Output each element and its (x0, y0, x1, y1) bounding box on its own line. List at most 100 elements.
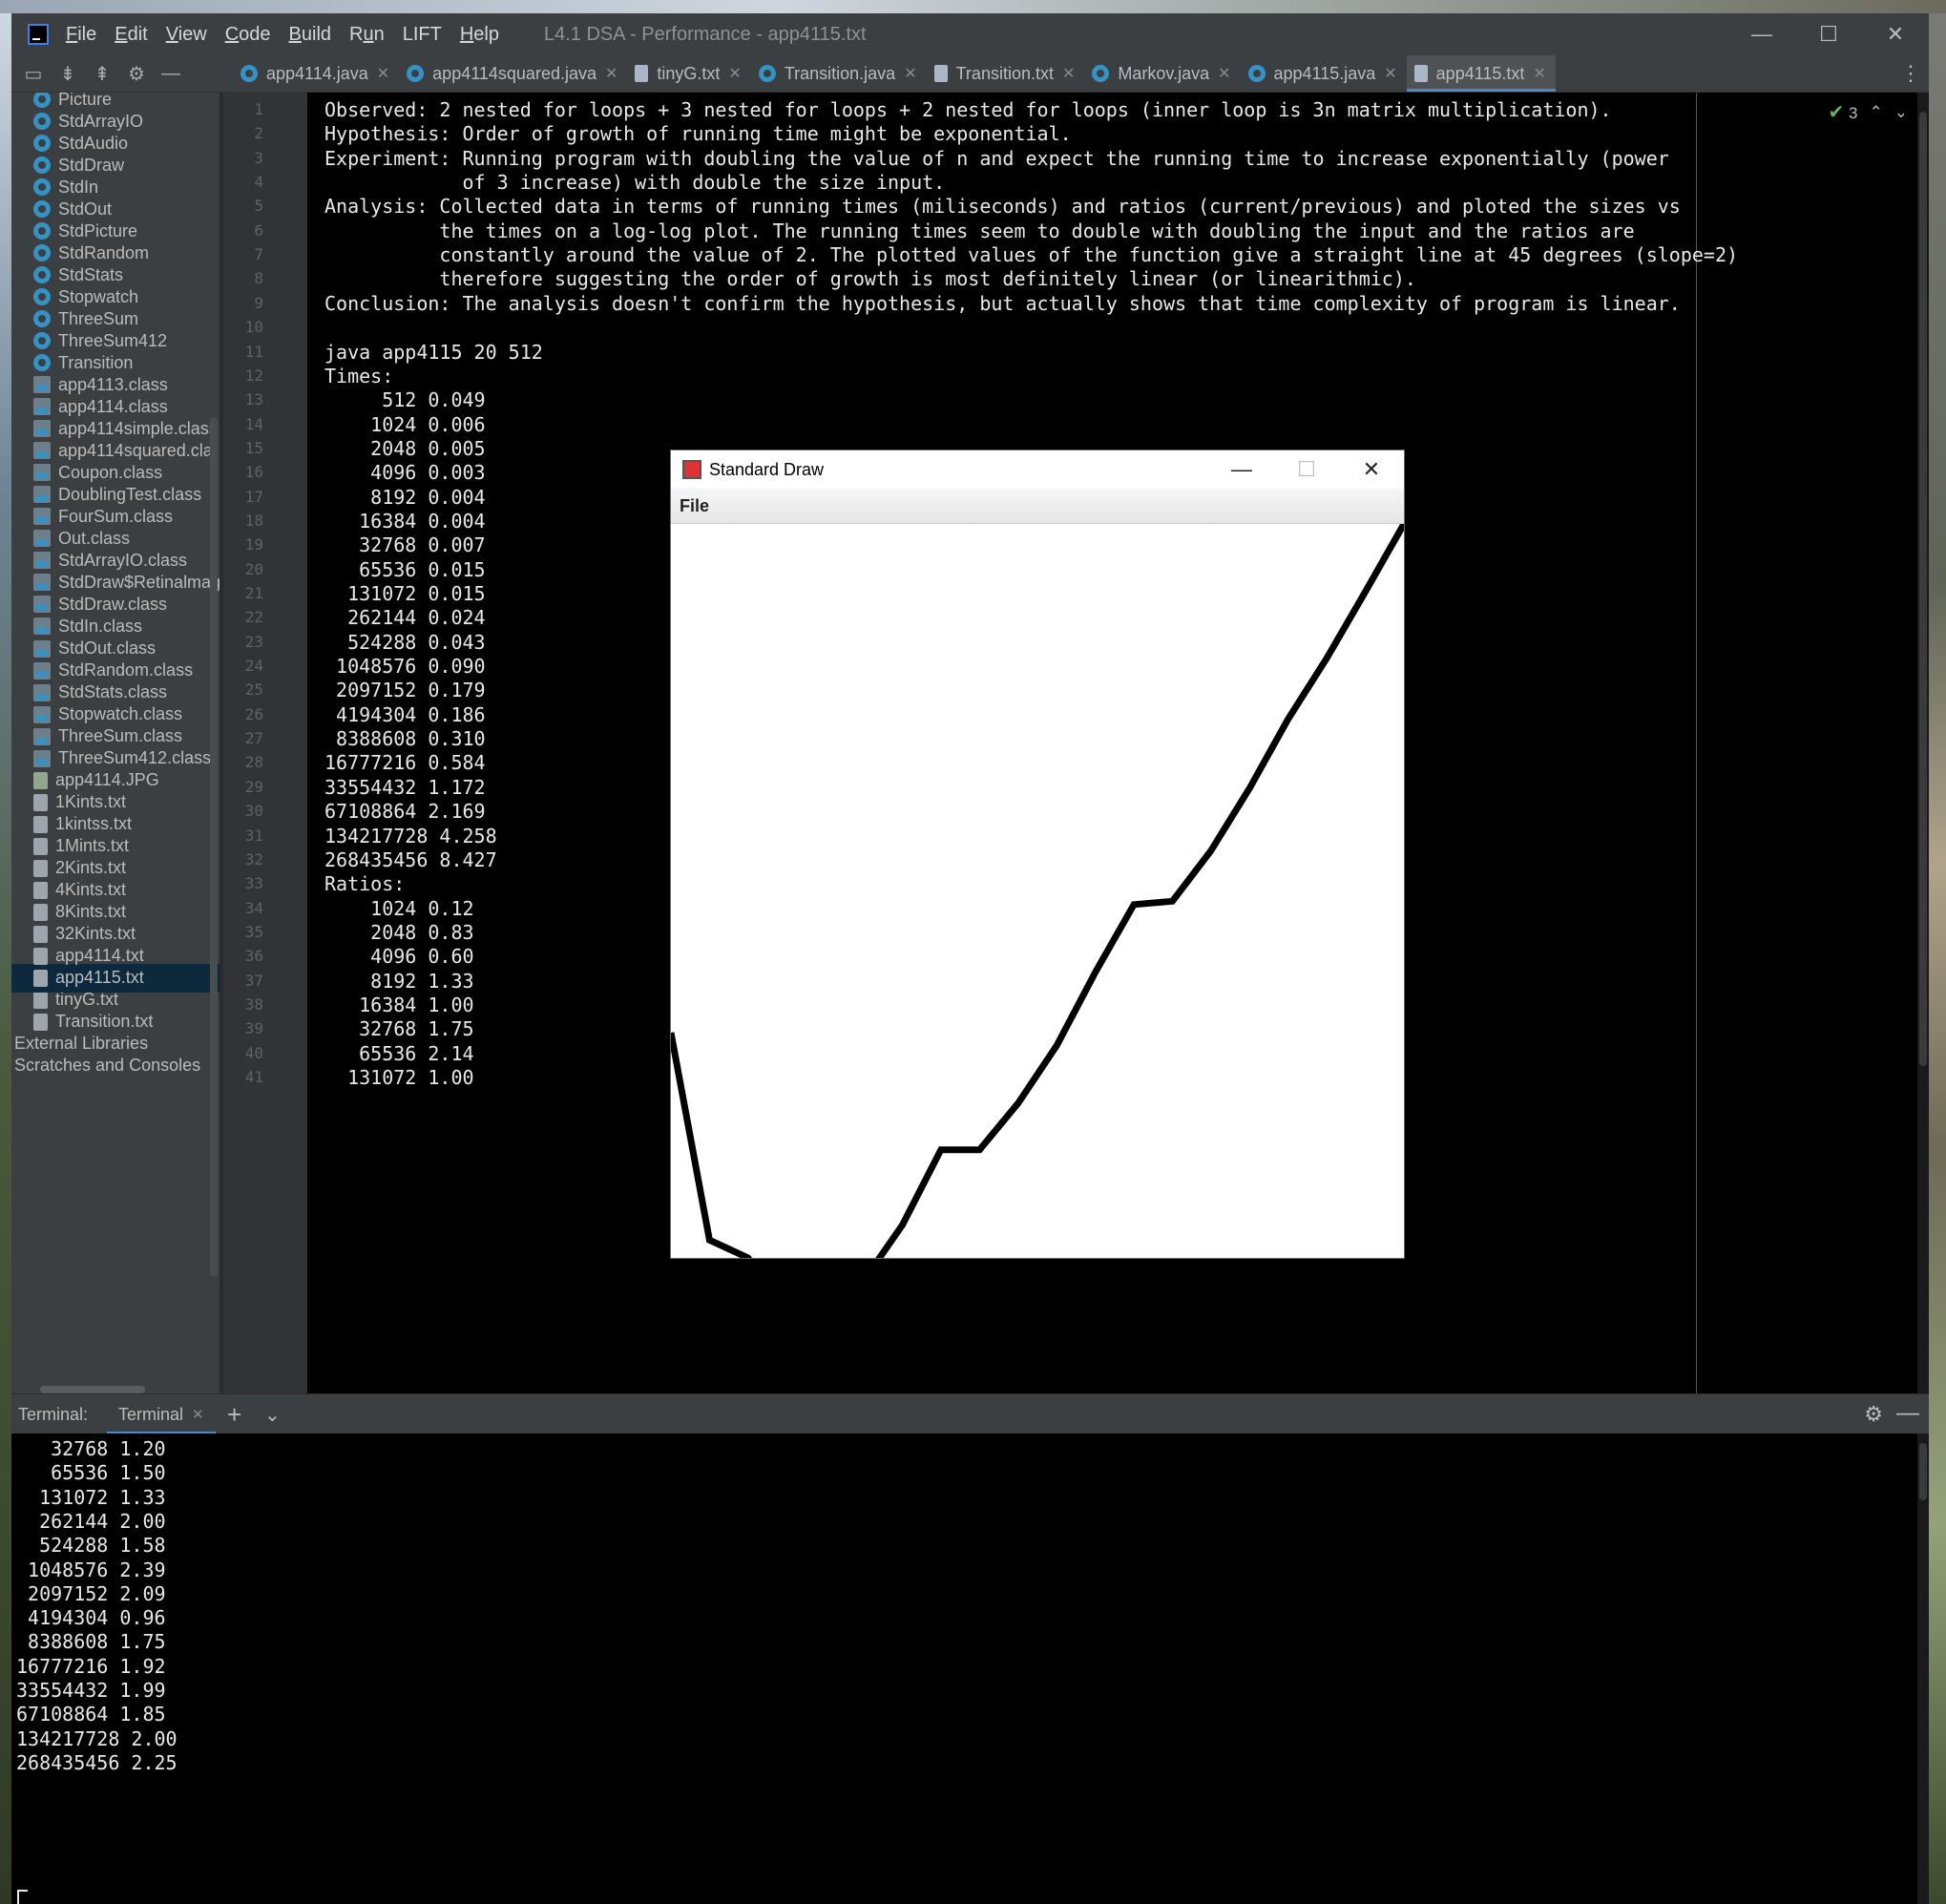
menu-item-edit[interactable]: Edit (115, 24, 147, 46)
collapse-all-icon[interactable]: ⇞ (90, 61, 115, 86)
standard-draw-title-bar[interactable]: Standard Draw — ☐ ✕ (671, 450, 1404, 489)
text-file-icon (33, 859, 48, 877)
class-file-icon (33, 639, 51, 658)
line-number: 3 (254, 148, 263, 167)
class-file-icon (33, 617, 51, 636)
line-number: 5 (254, 197, 263, 216)
tab-transition-txt[interactable]: Transition.txt ✕ (927, 55, 1085, 92)
file-menu[interactable]: File (680, 496, 709, 516)
project-item-label: Stopwatch (58, 286, 139, 306)
line-number-gutter: 1 2 3 4 5 6 7 8 9 10 11 12 13 14 15 16 17 18 19 20 21 22 23 24 2… (223, 93, 307, 1393)
project-item-label: StdOut (58, 199, 113, 219)
project-item-label: tinyG.txt (55, 990, 119, 1010)
project-item-label: ThreeSum (58, 308, 139, 328)
log-log-plot (667, 522, 1408, 1313)
code-line: the times on a log-log plot. The running… (324, 219, 1635, 242)
code-line: Experiment: Running program with doublin… (324, 146, 1669, 170)
code-line: Analysis: Collected data in terms of run… (324, 195, 1681, 219)
project-scrollbar-vertical[interactable] (210, 417, 218, 1276)
close-icon[interactable]: ✕ (605, 64, 617, 83)
window-title: L4.1 DSA - Performance - app4115.txt (544, 23, 867, 45)
chevron-up-icon[interactable]: ⌃ (1870, 103, 1883, 122)
terminal-scrollbar[interactable] (1917, 1433, 1929, 1904)
project-item-label: Coupon.class (58, 462, 163, 482)
chevron-down-icon[interactable]: ⌄ (264, 1403, 281, 1427)
line-number: 4 (254, 173, 263, 192)
project-view-icon[interactable]: ▭ (21, 61, 46, 86)
menu-item-file[interactable]: File (66, 24, 96, 46)
line-number: 32 (244, 849, 263, 868)
line-number: 40 (244, 1043, 263, 1062)
code-line: 8192 0.004 (324, 485, 486, 509)
close-icon[interactable]: ✕ (1384, 64, 1396, 83)
terminal-line: 2097152 2.09 (16, 1581, 166, 1605)
inspection-widget[interactable]: ✔ 3 ⌃ ⌄ (1829, 100, 1908, 124)
close-icon[interactable]: ✕ (904, 64, 916, 83)
line-number: 18 (244, 511, 263, 530)
project-item-label: 1Mints.txt (55, 836, 130, 856)
minimize-button[interactable]: — (1209, 450, 1274, 489)
terminal-line: 67108864 1.85 (16, 1703, 166, 1726)
close-button[interactable]: ✕ (1862, 13, 1929, 55)
line-number: 29 (244, 777, 263, 796)
class-file-icon (33, 661, 51, 680)
code-line: Hypothesis: Order of growth of running t… (324, 122, 1072, 146)
close-icon[interactable]: ✕ (1218, 64, 1230, 83)
tab-app4115-java[interactable]: app4115.java ✕ (1241, 55, 1407, 92)
tab-markov-java[interactable]: Markov.java ✕ (1084, 55, 1240, 92)
project-item[interactable]: Picture (11, 93, 220, 114)
expand-all-icon[interactable]: ⇟ (55, 61, 80, 86)
tab-label: app4115.txt (1435, 63, 1525, 83)
project-item-label: 8Kints.txt (55, 902, 127, 922)
hide-panel-icon[interactable]: — (1896, 1400, 1919, 1427)
chevron-down-icon[interactable]: ⌄ (1894, 103, 1908, 122)
terminal-output[interactable]: 32768 1.20 65536 1.50 131072 1.33 262144… (11, 1433, 1929, 1904)
tab-app4115-txt[interactable]: app4115.txt ✕ (1406, 55, 1556, 92)
maximize-button[interactable]: ☐ (1795, 13, 1862, 55)
project-item-label: StdIn (58, 177, 99, 197)
close-icon[interactable]: ✕ (1533, 64, 1545, 83)
class-file-icon (33, 552, 51, 570)
project-item-label: app4113.class (58, 374, 168, 394)
line-number: 15 (244, 438, 263, 457)
close-icon[interactable]: ✕ (728, 64, 741, 83)
editor-scrollbar[interactable] (1917, 93, 1929, 1393)
menu-bar: File Edit View Code Build Run LIFT Help (66, 24, 517, 46)
close-button[interactable]: ✕ (1339, 450, 1404, 489)
terminal-line: 1048576 2.39 (16, 1558, 166, 1581)
tab-app4114-java[interactable]: app4114.java ✕ (233, 55, 399, 92)
minimize-button[interactable]: — (1728, 13, 1795, 55)
code-line: 65536 2.14 (324, 1041, 474, 1065)
close-icon[interactable]: ✕ (192, 1406, 204, 1423)
hide-panel-icon[interactable]: — (158, 61, 183, 86)
line-number: 6 (254, 220, 263, 240)
terminal-line: 524288 1.58 (16, 1534, 166, 1558)
tab-label: Markov.java (1118, 63, 1210, 83)
close-icon[interactable]: ✕ (377, 64, 389, 83)
tab-tinyg-txt[interactable]: tinyG.txt ✕ (627, 55, 750, 92)
project-item-label: ThreeSum.class (58, 726, 183, 746)
class-file-icon (33, 727, 51, 745)
tab-app4114squared-java[interactable]: app4114squared.java ✕ (399, 55, 627, 92)
terminal-tab[interactable]: Terminal ✕ (107, 1394, 216, 1434)
tab-transition-java[interactable]: Transition.java ✕ (751, 55, 927, 92)
project-item-label: Transition (58, 352, 134, 372)
gear-icon[interactable]: ⚙ (124, 61, 149, 86)
menu-item-lift[interactable]: LIFT (403, 24, 442, 46)
class-file-icon (33, 508, 51, 526)
line-number: 38 (244, 994, 263, 1014)
close-icon[interactable]: ✕ (1062, 64, 1075, 83)
project-scrollbar-horizontal[interactable] (40, 1386, 145, 1393)
menu-item-help[interactable]: Help (460, 24, 499, 46)
more-tabs-icon[interactable]: ⋮ (1900, 55, 1921, 92)
menu-item-run[interactable]: Run (349, 24, 385, 46)
menu-item-view[interactable]: View (166, 24, 207, 46)
new-terminal-icon[interactable]: + (227, 1400, 241, 1430)
java-class-icon (33, 310, 51, 328)
code-line: 2048 0.83 (324, 920, 474, 944)
menu-item-code[interactable]: Code (225, 24, 271, 46)
gear-icon[interactable]: ⚙ (1864, 1402, 1883, 1427)
tab-label: tinyG.txt (657, 63, 721, 83)
menu-item-build[interactable]: Build (289, 24, 331, 46)
java-class-icon (33, 200, 51, 219)
